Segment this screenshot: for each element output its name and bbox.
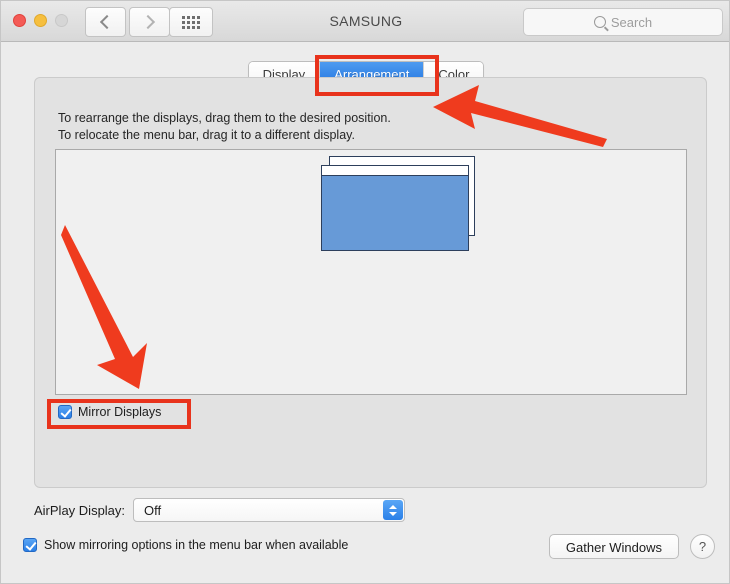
- instructions-text: To rearrange the displays, drag them to …: [58, 110, 391, 144]
- help-button[interactable]: ?: [690, 534, 715, 559]
- instruction-line-1: To rearrange the displays, drag them to …: [58, 111, 391, 125]
- airplay-display-popup[interactable]: Off: [133, 498, 406, 522]
- arrangement-panel: To rearrange the displays, drag them to …: [34, 77, 707, 488]
- airplay-display-value: Off: [144, 502, 162, 518]
- airplay-display-label: AirPlay Display:: [34, 502, 126, 518]
- chevron-updown-icon: [383, 500, 404, 520]
- mirror-displays-row[interactable]: Mirror Displays: [58, 405, 161, 419]
- system-preferences-window: SAMSUNG Search Display Arrangement Color…: [0, 0, 730, 584]
- search-placeholder: Search: [610, 14, 653, 30]
- menu-bar-strip[interactable]: [322, 166, 468, 176]
- display-thumbnail-primary[interactable]: [321, 165, 469, 251]
- show-mirroring-options-row[interactable]: Show mirroring options in the menu bar w…: [23, 538, 348, 552]
- display-arrangement-canvas[interactable]: [55, 149, 687, 395]
- window-titlebar: SAMSUNG Search: [1, 1, 729, 42]
- instruction-line-2: To relocate the menu bar, drag it to a d…: [58, 128, 355, 142]
- mirror-displays-label: Mirror Displays: [78, 405, 162, 419]
- display-stack[interactable]: [321, 156, 481, 252]
- show-mirroring-options-checkbox[interactable]: [23, 538, 37, 552]
- show-mirroring-options-label: Show mirroring options in the menu bar w…: [44, 538, 349, 552]
- search-field[interactable]: Search: [523, 8, 723, 36]
- mirror-displays-checkbox[interactable]: [58, 405, 72, 419]
- gather-windows-button[interactable]: Gather Windows: [548, 534, 679, 559]
- search-icon: [593, 16, 606, 28]
- airplay-display-row: AirPlay Display: Off: [34, 498, 406, 522]
